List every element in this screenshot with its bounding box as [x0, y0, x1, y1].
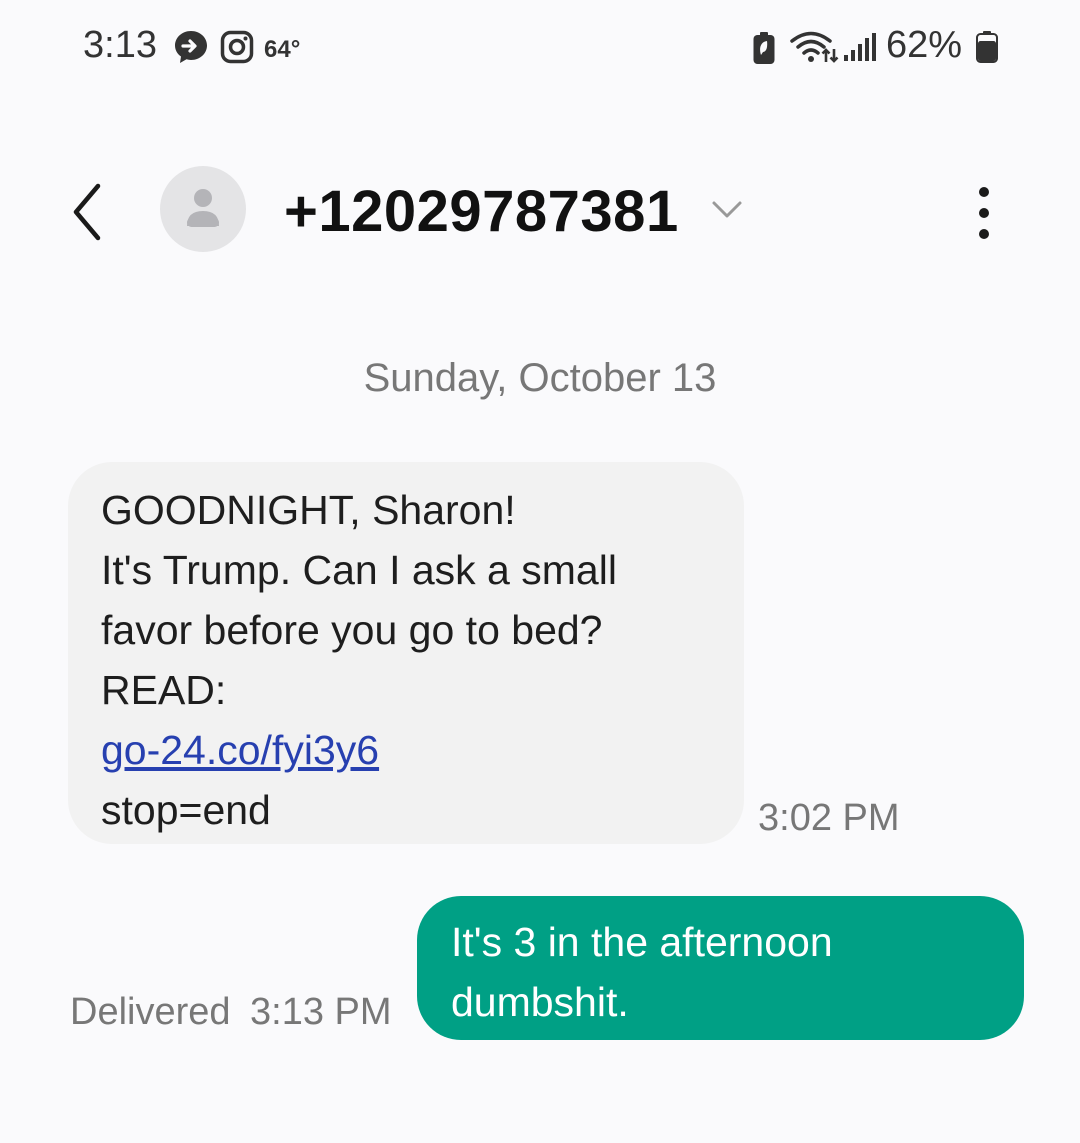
contact-avatar[interactable]	[160, 166, 246, 252]
back-arrow-icon[interactable]	[62, 180, 118, 244]
message-line: favor before you go to bed?	[101, 607, 603, 653]
incoming-message-time: 3:02 PM	[758, 797, 900, 839]
chevron-down-icon[interactable]	[710, 194, 744, 224]
message-line: GOODNIGHT, Sharon!	[101, 487, 516, 533]
conversation-header: +12029787381	[0, 150, 1080, 270]
message-line: stop=end	[101, 787, 271, 833]
contact-name[interactable]: +12029787381	[284, 178, 679, 245]
battery-percentage: 62%	[886, 24, 963, 66]
message-line: It's 3 in the afternoon	[451, 919, 833, 965]
messenger-icon	[175, 31, 207, 63]
battery-icon	[976, 31, 998, 63]
outgoing-message-bubble[interactable]: It's 3 in the afternoon dumbshit.	[417, 896, 1024, 1040]
delivery-status: Delivered	[70, 991, 231, 1033]
incoming-message-bubble[interactable]: GOODNIGHT, Sharon! It's Trump. Can I ask…	[68, 462, 744, 844]
status-time: 3:13	[83, 24, 157, 66]
status-bar: 3:13 64° 62%	[0, 0, 1080, 96]
outgoing-message-time: 3:13 PM	[250, 991, 392, 1033]
message-link[interactable]: go-24.co/fyi3y6	[101, 727, 379, 773]
message-line: It's Trump. Can I ask a small	[101, 547, 617, 593]
message-line: dumbshit.	[451, 979, 629, 1025]
more-vertical-icon[interactable]	[966, 180, 1002, 246]
message-line: READ:	[101, 667, 227, 713]
status-temperature: 64°	[264, 36, 301, 63]
instagram-icon	[220, 30, 254, 64]
battery-saver-icon	[753, 32, 775, 64]
date-separator: Sunday, October 13	[363, 356, 717, 400]
contact-avatar-icon	[187, 189, 219, 227]
signal-icon	[844, 33, 876, 61]
wifi-icon	[790, 31, 839, 63]
